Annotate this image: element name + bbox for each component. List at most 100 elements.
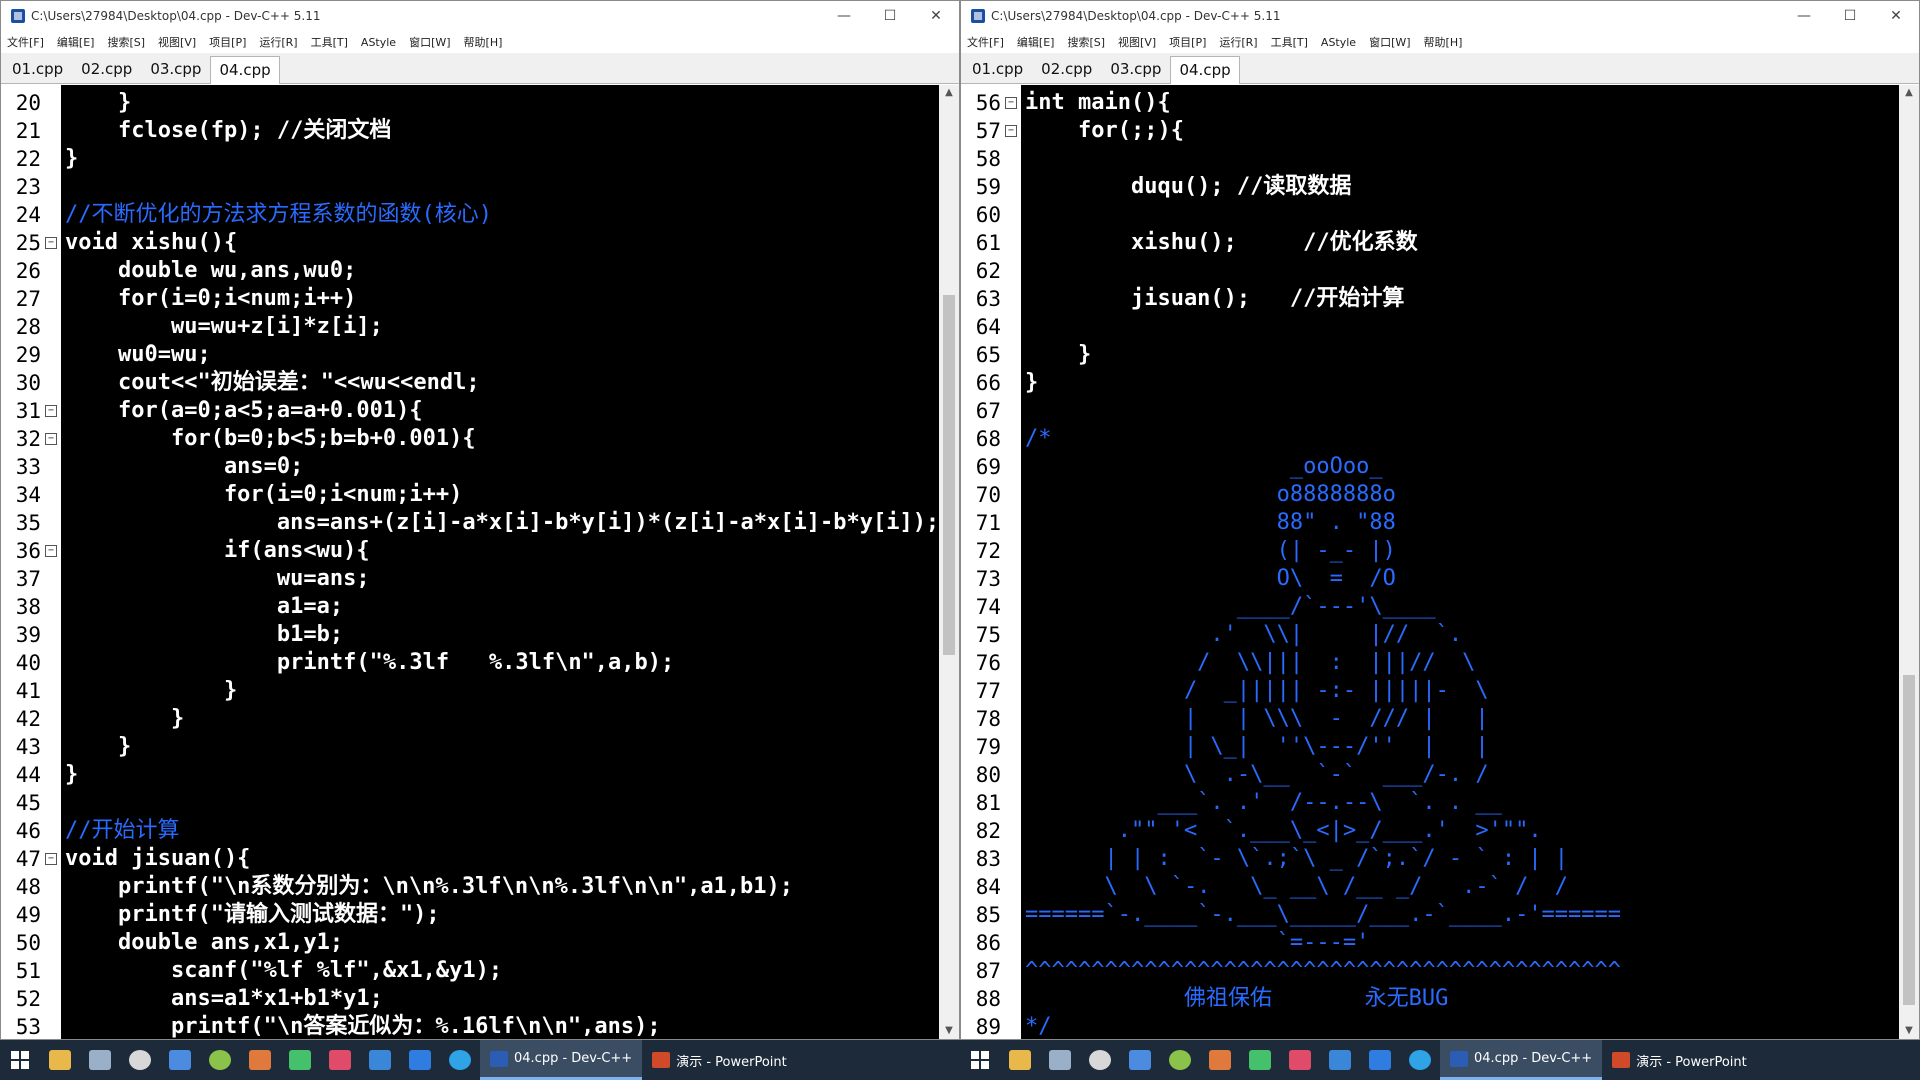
code-line[interactable]: .' \\| |// `. <box>1025 621 1462 649</box>
windows-start-icon[interactable] <box>960 1040 1000 1080</box>
code-line[interactable]: double ans,x1,y1; <box>65 929 343 957</box>
code-line[interactable]: | \_| ''\---/'' | | <box>1025 733 1489 761</box>
code-line[interactable]: cout<<"初始误差："<<wu<<endl; <box>65 369 480 397</box>
menu-search[interactable]: 搜索[S] <box>1067 34 1105 50</box>
menu-view[interactable]: 视图[V] <box>158 34 196 50</box>
code-line[interactable]: double wu,ans,wu0; <box>65 257 356 285</box>
code-line[interactable]: wu=wu+z[i]*z[i]; <box>65 313 383 341</box>
spreadsheet-app-icon[interactable] <box>240 1040 280 1080</box>
code-line[interactable]: printf("\n系数分别为：\n\n%.3lf\n\n%.3lf\n\n",… <box>65 873 793 901</box>
code-line[interactable]: ans=a1*x1+b1*y1; <box>65 985 383 1013</box>
scroll-thumb[interactable] <box>943 295 955 655</box>
code-line[interactable]: } <box>65 145 78 173</box>
code-line[interactable]: } <box>65 761 78 789</box>
browser-icon[interactable] <box>440 1040 480 1080</box>
green-app-icon[interactable] <box>280 1040 320 1080</box>
red-app-icon[interactable] <box>1280 1040 1320 1080</box>
code-line[interactable]: } <box>65 89 131 117</box>
menu-run[interactable]: 运行[R] <box>1219 34 1257 50</box>
code-line[interactable]: wu=ans; <box>65 565 370 593</box>
network-icon[interactable] <box>80 1040 120 1080</box>
menu-run[interactable]: 运行[R] <box>259 34 297 50</box>
file-explorer-icon[interactable] <box>1000 1040 1040 1080</box>
code-line[interactable]: | | : `- \`.;`\ _ /`;.`/ - ` : | | <box>1025 845 1568 873</box>
menu-tools[interactable]: 工具[T] <box>1271 34 1308 50</box>
menu-file[interactable]: 文件[F] <box>967 34 1004 50</box>
android-icon[interactable] <box>1160 1040 1200 1080</box>
scroll-up-arrow-icon[interactable]: ▲ <box>939 85 959 101</box>
tab-02cpp[interactable]: 02.cpp <box>72 55 141 83</box>
code-line[interactable]: ____/`---'\____ <box>1025 593 1436 621</box>
fold-toggle-icon[interactable]: − <box>45 405 57 417</box>
code-line[interactable]: (| -_- |) <box>1025 537 1396 565</box>
code-line[interactable]: a1=a; <box>65 593 343 621</box>
store-icon[interactable] <box>1120 1040 1160 1080</box>
scroll-up-arrow-icon[interactable]: ▲ <box>1899 85 1919 101</box>
code-line[interactable]: for(i=0;i<num;i++) <box>65 285 356 313</box>
code-line[interactable]: \ .-\__ `-` ___/-. / <box>1025 761 1489 789</box>
code-line[interactable]: scanf("%lf %lf",&x1,&y1); <box>65 957 502 985</box>
code-line[interactable]: ^^^^^^^^^^^^^^^^^^^^^^^^^^^^^^^^^^^^^^^^… <box>1025 957 1621 985</box>
minimize-button[interactable]: — <box>821 1 867 31</box>
code-line[interactable]: O\ = /O <box>1025 565 1396 593</box>
code-editor[interactable]: 56−57−58 59 60 61 62 63 64 65 66 67 68 69 70 71 72 73 74… <box>961 85 1919 1039</box>
store-icon[interactable] <box>160 1040 200 1080</box>
network-icon[interactable] <box>1040 1040 1080 1080</box>
code-line[interactable]: } <box>65 705 184 733</box>
tab-03cpp[interactable]: 03.cpp <box>1101 55 1170 83</box>
tab-04cpp[interactable]: 04.cpp <box>210 56 280 84</box>
red-app-icon[interactable] <box>320 1040 360 1080</box>
maximize-button[interactable]: ☐ <box>867 1 913 31</box>
fold-toggle-icon[interactable]: − <box>1005 125 1017 137</box>
code-line[interactable]: int main(){ <box>1025 89 1171 117</box>
spreadsheet-app-icon[interactable] <box>1200 1040 1240 1080</box>
fold-toggle-icon[interactable]: − <box>45 853 57 865</box>
maximize-button[interactable]: ☐ <box>1827 1 1873 31</box>
menu-astyle[interactable]: AStyle <box>1321 36 1356 49</box>
settings-gear-icon[interactable] <box>1080 1040 1120 1080</box>
code-line[interactable]: /* <box>1025 425 1052 453</box>
menu-project[interactable]: 项目[P] <box>209 34 246 50</box>
code-line[interactable]: ."" '< `.___\_<|>_/___.' >'"". <box>1025 817 1542 845</box>
taskbar-devcpp-app[interactable]: 04.cpp - Dev-C++ <box>1440 1040 1603 1080</box>
menu-file[interactable]: 文件[F] <box>7 34 44 50</box>
code-line[interactable]: printf("%.3lf %.3lf\n",a,b); <box>65 649 674 677</box>
fold-toggle-icon[interactable]: − <box>45 433 57 445</box>
file-explorer-icon[interactable] <box>40 1040 80 1080</box>
tab-02cpp[interactable]: 02.cpp <box>1032 55 1101 83</box>
code-editor[interactable]: 20 21 22 23 24 25−26 27 28 29 30 31−32−33 34 35 36−37… <box>1 85 959 1039</box>
menu-help[interactable]: 帮助[H] <box>1424 34 1463 50</box>
code-line[interactable]: //开始计算 <box>65 817 180 845</box>
code-line[interactable]: printf("请输入测试数据："); <box>65 901 440 929</box>
vertical-scrollbar[interactable]: ▲ ▼ <box>1899 85 1919 1039</box>
code-line[interactable]: for(i=0;i<num;i++) <box>65 481 462 509</box>
scroll-down-arrow-icon[interactable]: ▼ <box>1899 1023 1919 1039</box>
code-line[interactable]: for(b=0;b<5;b=b+0.001){ <box>65 425 476 453</box>
code-line[interactable]: b1=b; <box>65 621 343 649</box>
blue-app-icon[interactable] <box>1320 1040 1360 1080</box>
code-line[interactable]: duqu(); //读取数据 <box>1025 173 1351 201</box>
code-area[interactable]: } fclose(fp); //关闭文档} //不断优化的方法求方程系数的函数(核… <box>61 85 939 1039</box>
android-icon[interactable] <box>200 1040 240 1080</box>
fold-toggle-icon[interactable]: − <box>1005 97 1017 109</box>
code-line[interactable]: 佛祖保佑 永无BUG <box>1025 985 1448 1013</box>
blue-app-icon[interactable] <box>360 1040 400 1080</box>
code-line[interactable]: jisuan(); //开始计算 <box>1025 285 1404 313</box>
code-line[interactable]: } <box>65 733 131 761</box>
code-line[interactable]: xishu(); //优化系数 <box>1025 229 1418 257</box>
settings-gear-icon[interactable] <box>120 1040 160 1080</box>
menu-window[interactable]: 窗口[W] <box>1369 34 1410 50</box>
tab-01cpp[interactable]: 01.cpp <box>963 55 1032 83</box>
star-app-icon[interactable] <box>400 1040 440 1080</box>
code-line[interactable]: o8888888o <box>1025 481 1396 509</box>
menu-edit[interactable]: 编辑[E] <box>57 34 95 50</box>
code-line[interactable]: ans=ans+(z[i]-a*x[i]-b*y[i])*(z[i]-a*x[i… <box>65 509 939 537</box>
code-line[interactable]: for(a=0;a<5;a=a+0.001){ <box>65 397 423 425</box>
code-line[interactable]: if(ans<wu){ <box>65 537 370 565</box>
code-line[interactable]: ======`-.____`-.___\_____/___.-`____.-'=… <box>1025 901 1621 929</box>
code-line[interactable]: fclose(fp); //关闭文档 <box>65 117 391 145</box>
code-line[interactable]: `=---=' <box>1025 929 1370 957</box>
code-line[interactable]: _ooOoo_ <box>1025 453 1383 481</box>
code-line[interactable]: | | \\\ - /// | | <box>1025 705 1489 733</box>
green-app-icon[interactable] <box>1240 1040 1280 1080</box>
